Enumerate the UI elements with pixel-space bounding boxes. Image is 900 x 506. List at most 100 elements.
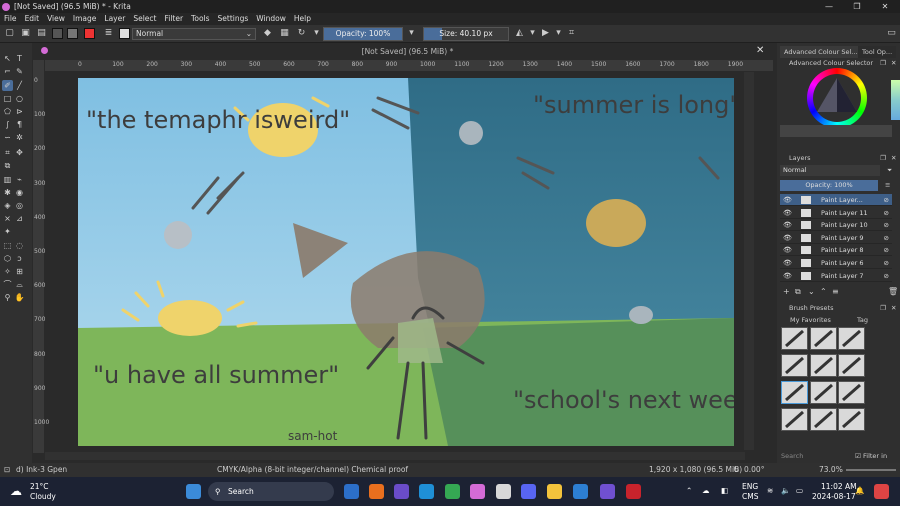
fill-tool-icon[interactable]: ◈ xyxy=(2,200,13,211)
onedrive-icon[interactable]: ☁ xyxy=(702,486,710,495)
tray-app-icon[interactable]: ◧ xyxy=(721,486,728,495)
float-panel-icon[interactable]: ❐ xyxy=(880,58,886,68)
properties-icon[interactable]: ≡ xyxy=(832,287,839,296)
preserve-alpha-icon[interactable]: ▦ xyxy=(279,28,290,39)
brush-favorites-select[interactable]: My Favorites xyxy=(790,315,831,325)
copilot-icon[interactable] xyxy=(874,484,889,499)
brush-preset-tile[interactable] xyxy=(838,327,865,350)
visibility-eye-icon[interactable]: 👁 xyxy=(783,270,792,282)
minimize-icon[interactable]: — xyxy=(815,0,843,13)
visibility-eye-icon[interactable]: 👁 xyxy=(783,232,792,244)
layer-opacity-slider[interactable]: Opacity: 100% xyxy=(780,180,878,191)
edge-icon[interactable] xyxy=(419,484,434,499)
dynamic-brush-icon[interactable]: ∽ xyxy=(2,132,13,143)
layer-row[interactable]: 👁 Paint Layer 11 ⊘ xyxy=(780,207,892,219)
blend-mode-select[interactable]: Normal ⌄ xyxy=(132,28,256,40)
polygon-select-icon[interactable]: ⬡ xyxy=(2,253,13,264)
discord-icon[interactable] xyxy=(521,484,536,499)
chrome-icon[interactable] xyxy=(445,484,460,499)
firefox-icon[interactable] xyxy=(369,484,384,499)
document-tab[interactable]: [Not Saved] (96.5 MiB) * xyxy=(40,45,775,59)
visibility-eye-icon[interactable]: 👁 xyxy=(783,257,792,269)
float-panel-icon[interactable]: ❐ xyxy=(880,303,886,313)
brush-preset-tile[interactable] xyxy=(809,381,837,404)
brush-preset-tile[interactable] xyxy=(809,354,837,377)
filter-in-tag-checkbox[interactable]: ☑ xyxy=(855,451,861,461)
transform-tool-icon[interactable]: ⧉ xyxy=(2,160,13,171)
gradient-tool-icon[interactable]: ▥ xyxy=(2,174,13,185)
brush-preset-tile[interactable] xyxy=(809,327,837,350)
store-icon[interactable] xyxy=(573,484,588,499)
brush-preset-tile[interactable] xyxy=(781,327,808,350)
chevron-down-icon[interactable]: ▾ xyxy=(311,28,322,39)
freehand-brush-icon[interactable]: ✐ xyxy=(2,80,13,91)
layer-blend-select[interactable]: Normal xyxy=(780,165,880,176)
close-panel-icon[interactable]: ✕ xyxy=(891,303,896,313)
pattern-swatch[interactable] xyxy=(67,28,78,39)
rect-select-icon[interactable]: ⬚ xyxy=(2,240,13,251)
layer-lock-icon[interactable]: ⊘ xyxy=(884,257,889,269)
filter-icon[interactable]: ⏷ xyxy=(887,165,892,175)
crop-tool-icon[interactable]: ⌗ xyxy=(2,147,13,158)
colour-patches[interactable] xyxy=(780,125,892,137)
layer-row[interactable]: 👁 Paint Layer 10 ⊘ xyxy=(780,219,892,232)
fg-bg-color-swatch[interactable] xyxy=(84,28,95,39)
layer-lock-icon[interactable]: ⊘ xyxy=(884,194,889,206)
layer-lock-icon[interactable]: ⊘ xyxy=(884,270,889,282)
menu-help[interactable]: Help xyxy=(290,13,315,25)
measure-tool-icon[interactable]: ⊿ xyxy=(14,213,25,224)
brush-preset-tile[interactable] xyxy=(838,408,865,431)
app3-icon[interactable] xyxy=(626,484,641,499)
reload-preset-icon[interactable]: ↻ xyxy=(296,28,307,39)
brush-settings-icon[interactable]: ≣ xyxy=(103,28,114,39)
new-document-icon[interactable]: ▢ xyxy=(4,28,15,39)
bezier-tool-icon[interactable]: ∫ xyxy=(2,119,13,130)
menu-edit[interactable]: Edit xyxy=(21,13,44,25)
layer-row[interactable]: 👁 Paint Layer... ⊘ xyxy=(780,194,892,206)
polygon-tool-icon[interactable]: ⬠ xyxy=(2,106,13,117)
enclose-fill-icon[interactable]: ◎ xyxy=(14,200,25,211)
layer-row[interactable]: 👁 Paint Layer 9 ⊘ xyxy=(780,232,892,244)
bezier-select-icon[interactable]: ⌒ xyxy=(2,279,13,290)
similar-select-icon[interactable]: ⊞ xyxy=(14,266,25,277)
brush-preset-tile[interactable] xyxy=(781,408,808,431)
volume-icon[interactable]: 🔈 xyxy=(781,486,790,495)
file-explorer-icon[interactable] xyxy=(547,484,562,499)
eraser-icon[interactable]: ◆ xyxy=(262,28,273,39)
menu-window[interactable]: Window xyxy=(252,13,290,25)
vertical-ruler[interactable]: 0 100 200 300 400 500 600 700 800 900 1000 xyxy=(33,60,49,453)
mirror-horizontal-icon[interactable]: ◭ xyxy=(514,28,525,39)
brush-preset-tile[interactable] xyxy=(809,408,837,431)
layer-lock-icon[interactable]: ⊘ xyxy=(884,207,889,219)
chevron-down-icon[interactable]: ▾ xyxy=(406,28,417,39)
brush-search-input[interactable]: Search xyxy=(781,451,803,461)
save-icon[interactable]: ▤ xyxy=(36,28,47,39)
vertical-scrollbar[interactable] xyxy=(744,72,754,450)
visibility-eye-icon[interactable]: 👁 xyxy=(783,244,792,256)
zoom-tool-icon[interactable]: ⚲ xyxy=(2,292,13,303)
brush-preset-tile[interactable] xyxy=(781,381,808,404)
layer-menu-icon[interactable]: ≡ xyxy=(885,180,890,190)
roblox-icon[interactable] xyxy=(496,484,511,499)
rotation-value[interactable]: 0.00° xyxy=(744,463,764,477)
task-view-icon[interactable] xyxy=(344,484,359,499)
horizontal-ruler[interactable]: 0 100 200 300 400 500 600 700 800 900 1000 1100 1200… xyxy=(45,60,773,71)
language-secondary[interactable]: CMS xyxy=(742,492,758,501)
battery-icon[interactable]: ▭ xyxy=(796,486,803,495)
horizontal-scrollbar[interactable] xyxy=(45,452,745,460)
gradient-swatch[interactable] xyxy=(52,28,63,39)
layer-lock-icon[interactable]: ⊘ xyxy=(884,244,889,256)
weather-desc[interactable]: Cloudy xyxy=(30,492,56,501)
app-icon[interactable] xyxy=(394,484,409,499)
menu-view[interactable]: View xyxy=(43,13,69,25)
pan-tool-icon[interactable]: ✋ xyxy=(14,292,25,303)
tab-tool-options[interactable]: Tool Op... xyxy=(858,46,897,58)
visibility-eye-icon[interactable]: 👁 xyxy=(783,207,792,219)
layer-row[interactable]: 👁 Paint Layer 7 ⊘ xyxy=(780,270,892,282)
brush-tag-button[interactable]: Tag xyxy=(857,315,868,325)
tab-advanced-colour-selector[interactable]: Advanced Colour Sel... xyxy=(780,46,862,58)
notification-icon[interactable]: 🔔 xyxy=(855,486,864,495)
krita-taskbar-icon[interactable] xyxy=(470,484,485,499)
edit-shapes-icon[interactable]: ⌐ xyxy=(2,66,13,77)
ellipse-select-icon[interactable]: ◌ xyxy=(14,240,25,251)
